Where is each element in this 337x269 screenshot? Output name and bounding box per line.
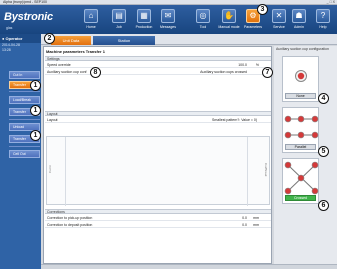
admin-icon: ☗ <box>292 9 306 23</box>
messages-icon: ✉ <box>161 9 175 23</box>
layout-left-station: Cut In <box>48 165 52 174</box>
toolbar-job[interactable]: ▤ Job <box>108 8 130 32</box>
corrections-header: Corrections <box>45 209 271 214</box>
callout-5: 5 <box>318 146 329 157</box>
layout-header: Layout <box>45 111 271 116</box>
pickup-correction-value[interactable]: 0.0 <box>242 215 247 221</box>
toolbar-label: Manual mode <box>218 25 240 29</box>
callout-4: 4 <box>318 93 329 104</box>
layout-divider <box>65 137 66 206</box>
toolbar-messages[interactable]: ✉ Messages <box>157 8 179 32</box>
option-none[interactable]: None <box>282 56 319 102</box>
manual-mode-icon: ✋ <box>222 9 236 23</box>
pickup-correction-label: Correction to pick-up position <box>47 216 93 220</box>
crossed-cups-icon <box>284 161 319 195</box>
parallel-cups-icon <box>284 115 319 139</box>
toolbar-label: Parameters <box>243 25 263 29</box>
service-icon: ✕ <box>272 9 286 23</box>
job-icon: ▤ <box>112 9 126 23</box>
layout-value[interactable]: Smallest pattern?: Value = 0) <box>212 117 257 123</box>
suction-config-title: Auxiliary suction cup configuration <box>276 47 329 51</box>
tab-station[interactable]: Station <box>93 36 155 45</box>
callout-1c: 1 <box>30 130 41 141</box>
toolbar-label: Tool <box>199 25 207 29</box>
app-window: Alpha (trunp)/pmd - SEP100 _ □ X Bystron… <box>0 0 337 269</box>
page-title: Machine parameters Transfer 1 <box>46 49 105 54</box>
top-toolbar: Bystronic glas ⌂ Home ▤ Job ▦ Production… <box>0 5 337 34</box>
layout-diagram: Cut In Cut/Break <box>46 136 270 206</box>
production-icon: ▦ <box>137 9 151 23</box>
crossed-button[interactable]: Crossed <box>285 195 316 201</box>
option-crossed[interactable]: Crossed <box>282 158 319 204</box>
settings-header: Settings <box>45 56 271 61</box>
status-bar <box>41 264 337 269</box>
callout-7: 7 <box>262 67 273 78</box>
none-button[interactable]: None <box>285 93 316 99</box>
deposit-correction-label: Correction to deposit position <box>47 223 93 227</box>
toolbar-admin[interactable]: ☗ Admin <box>288 8 310 32</box>
toolbar-tool[interactable]: ◎ Tool <box>192 8 214 32</box>
callout-2: 2 <box>44 33 55 44</box>
nav-cut-in[interactable]: Cut In <box>9 71 40 79</box>
layout-label: Layout <box>47 118 58 122</box>
toolbar-manual-mode[interactable]: ✋ Manual mode <box>218 8 240 32</box>
brand-sub: glas <box>6 26 13 30</box>
brand-logo: Bystronic <box>4 11 53 23</box>
tab-bar: Unit Data Station <box>41 34 337 45</box>
date-text: 2014-04-28 <box>2 43 20 47</box>
nav-divider <box>9 146 40 147</box>
single-cup-icon <box>295 70 307 82</box>
datetime: 2014-04-28 13:28 <box>2 43 20 52</box>
window-controls[interactable]: _ □ X <box>327 0 335 4</box>
deposit-correction-row[interactable]: Correction to deposit position 0.0 mm <box>45 222 271 228</box>
pickup-correction-unit: mm <box>253 216 259 220</box>
callout-3: 3 <box>257 4 268 15</box>
toolbar-production[interactable]: ▦ Production <box>133 8 155 32</box>
layout-row[interactable]: Layout Smallest pattern?: Value = 0) <box>45 117 271 123</box>
layout-divider <box>247 137 248 206</box>
speed-override-value[interactable]: 100.0 <box>238 62 247 68</box>
pickup-correction-row[interactable]: Correction to pick-up position 0.0 mm <box>45 215 271 221</box>
speed-override-label: Speed override <box>47 63 71 67</box>
suction-cup-config-value[interactable]: Auxiliary suction cups crossed <box>200 69 247 75</box>
deposit-correction-unit: mm <box>253 223 259 227</box>
help-icon: ? <box>316 9 330 23</box>
tab-unit-data[interactable]: Unit Data <box>51 36 91 45</box>
suction-cup-config-row[interactable]: Auxiliary suction cup conf Auxiliary suc… <box>45 69 271 75</box>
toolbar-label: Production <box>135 25 153 29</box>
callout-8: 8 <box>90 67 101 78</box>
callout-1a: 1 <box>30 80 41 91</box>
option-parallel[interactable]: Parallel <box>282 107 319 153</box>
speed-override-row[interactable]: Speed override 100.0 % <box>45 62 271 68</box>
operator-name: Operator <box>5 36 23 41</box>
toolbar-label: Help <box>319 25 327 29</box>
tool-icon: ◎ <box>196 9 210 23</box>
speed-override-unit: % <box>255 63 259 67</box>
home-icon: ⌂ <box>84 9 98 23</box>
toolbar-label: Job <box>116 25 122 29</box>
callout-1b: 1 <box>30 105 41 116</box>
time-text: 13:28 <box>2 47 11 52</box>
deposit-correction-value[interactable]: 0.0 <box>242 222 247 228</box>
layout-right-station: Cut/Break <box>264 163 268 177</box>
left-nav: 2014-04-28 13:28 Cut In Transfer Load/Br… <box>0 43 41 269</box>
nav-load-break[interactable]: Load/Break <box>9 96 40 104</box>
nav-divider <box>9 119 40 120</box>
callout-6: 6 <box>318 200 329 211</box>
toolbar-label: Messages <box>160 25 176 29</box>
nav-divider <box>9 91 40 92</box>
parallel-button[interactable]: Parallel <box>285 144 316 150</box>
toolbar-label: Home <box>86 25 96 29</box>
operator-label: ● Operator <box>2 36 23 41</box>
toolbar-help[interactable]: ? Help <box>312 8 334 32</box>
nav-cell-out[interactable]: Cell Out <box>9 150 40 158</box>
toolbar-label: Admin <box>294 25 304 29</box>
parameters-panel: Machine parameters Transfer 1 Settings S… <box>43 46 272 264</box>
toolbar-home[interactable]: ⌂ Home <box>80 8 102 32</box>
suction-cup-config-label: Auxiliary suction cup conf <box>47 70 87 74</box>
